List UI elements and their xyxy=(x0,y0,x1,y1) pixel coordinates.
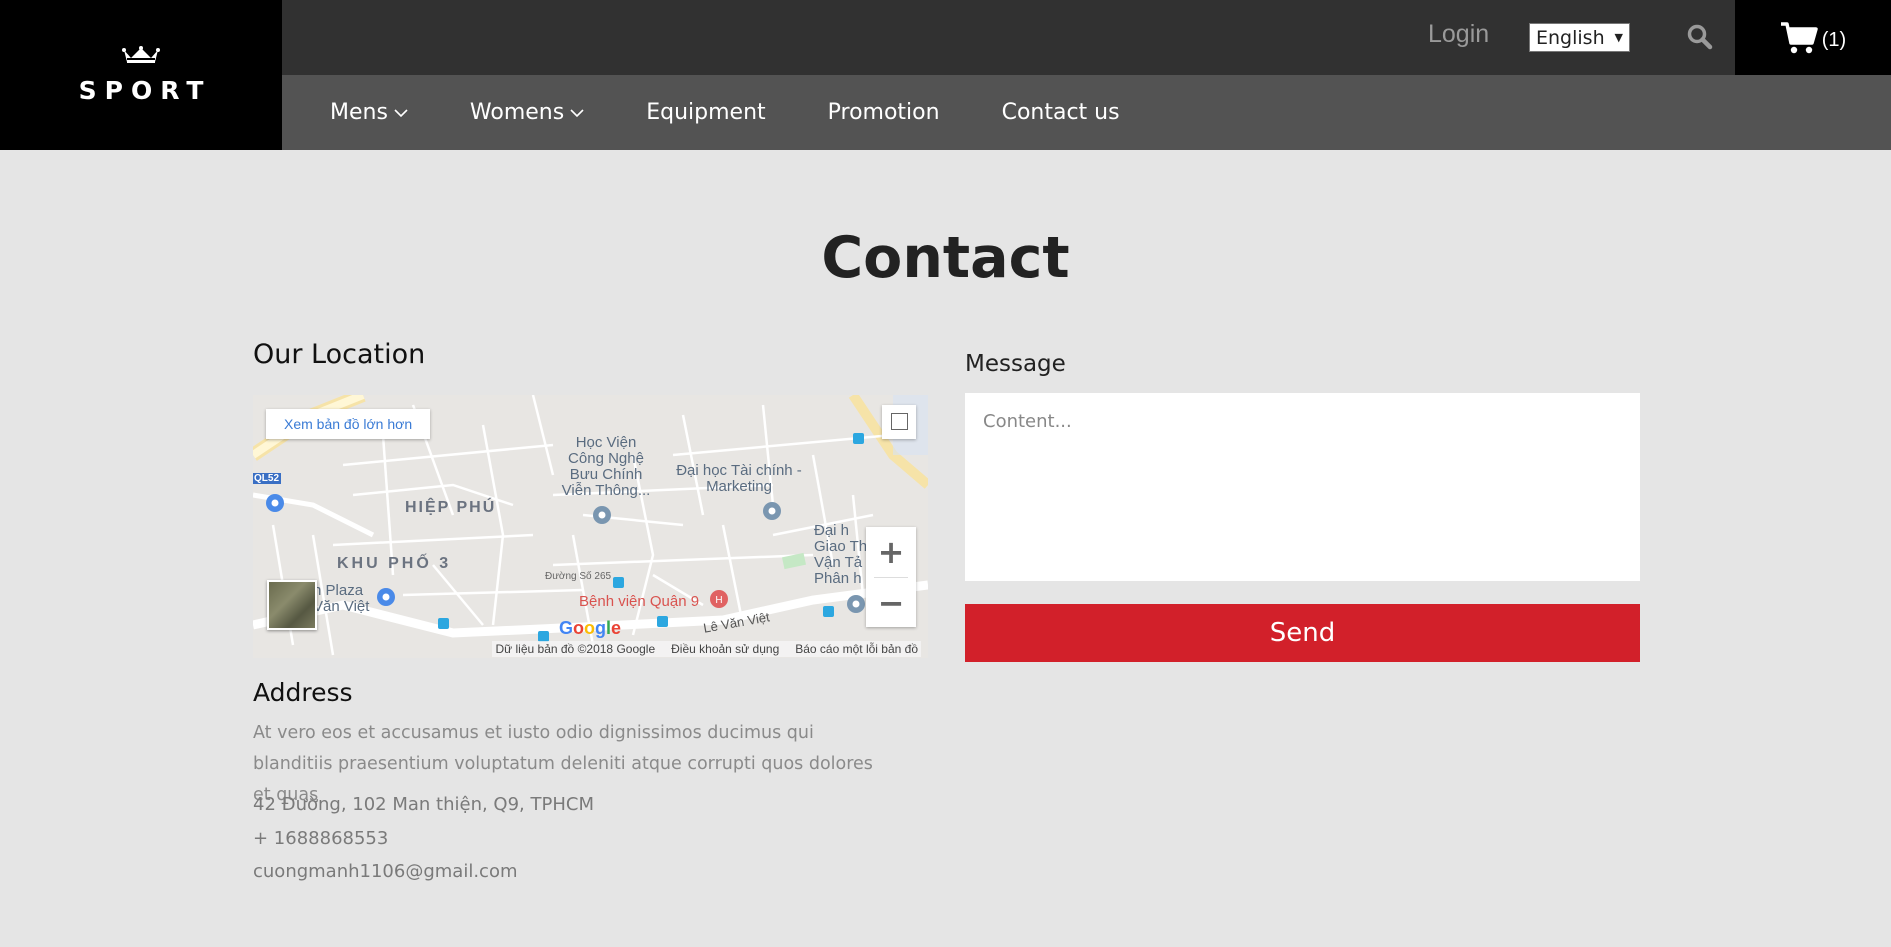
chevron-down-icon xyxy=(394,108,408,117)
nav-label: Mens xyxy=(330,100,388,125)
location-title: Our Location xyxy=(253,339,426,370)
send-button[interactable]: Send xyxy=(965,604,1640,662)
satellite-toggle[interactable] xyxy=(267,580,317,630)
location-map[interactable]: H QL52 HIỆP PHÚ KHU PHỐ 3 Học Viện Công … xyxy=(253,395,928,658)
map-attribution: Dữ liệu bản đồ ©2018 Google xyxy=(495,642,656,656)
logo-text: SPORT xyxy=(78,75,212,105)
map-report-link[interactable]: Báo cáo một lỗi bản đồ xyxy=(795,642,918,656)
fullscreen-icon xyxy=(891,413,908,430)
nav-item-promotion[interactable]: Promotion xyxy=(828,100,940,125)
cart-count: (1) xyxy=(1821,29,1847,51)
cart-icon xyxy=(1780,21,1818,53)
search-icon[interactable] xyxy=(1687,24,1713,50)
fullscreen-button[interactable] xyxy=(882,405,916,439)
map-label-ql52: QL52 xyxy=(254,473,280,484)
nav-label: Equipment xyxy=(646,100,766,125)
top-bar xyxy=(282,0,1735,75)
message-title: Message xyxy=(965,351,1066,377)
map-label-dai-hoc-tai-chinh: Đại học Tài chính - Marketing xyxy=(676,462,802,495)
map-footer: Dữ liệu bản đồ ©2018 Google Điều khoản s… xyxy=(253,640,928,658)
nav-label: Contact us xyxy=(1001,100,1120,125)
message-textarea[interactable] xyxy=(965,393,1640,581)
view-larger-map-link[interactable]: Xem bản đồ lớn hơn xyxy=(266,409,431,439)
page-title: Contact xyxy=(821,225,1070,291)
phone-number: + 1688868553 xyxy=(253,828,389,849)
map-label-duong-265: Đường Số 265 xyxy=(545,571,612,582)
logo[interactable]: SPORT xyxy=(0,0,282,150)
map-label-hospital: Bệnh viện Quận 9 xyxy=(579,593,700,610)
zoom-in-button[interactable]: + xyxy=(866,527,916,577)
zoom-controls: + − xyxy=(866,527,916,627)
chevron-down-icon xyxy=(570,108,584,117)
email-address: cuongmanh1106@gmail.com xyxy=(253,861,518,882)
map-label-khu-pho: KHU PHỐ 3 xyxy=(337,555,452,572)
crown-icon xyxy=(122,45,160,63)
map-label-dai-hoc-gtvt: Đại h Giao Th Vận Tả Phân h xyxy=(814,523,868,587)
main-nav: Mens Womens Equipment Promotion Contact … xyxy=(282,75,1891,150)
address-title: Address xyxy=(253,678,353,707)
nav-label: Womens xyxy=(469,100,565,125)
nav-label: Promotion xyxy=(827,100,940,125)
dropdown-arrow-icon: ▼ xyxy=(1614,31,1623,44)
google-logo: Google xyxy=(559,618,622,638)
nav-item-mens[interactable]: Mens xyxy=(330,100,408,125)
login-link[interactable]: Login xyxy=(1428,20,1489,49)
language-select[interactable]: English ▼ xyxy=(1529,23,1630,52)
language-selected-value: English xyxy=(1536,26,1605,49)
map-label-plaza: n Plaza Văn Việt xyxy=(313,582,370,615)
address-line: 42 Đường, 102 Man thiện, Q9, TPHCM xyxy=(253,794,594,815)
map-label-hoc-vien: Học Viện Công Nghệ Bưu Chính Viễn Thông.… xyxy=(561,434,651,499)
nav-item-equipment[interactable]: Equipment xyxy=(646,100,765,125)
zoom-out-button[interactable]: − xyxy=(866,578,916,628)
cart-button[interactable]: (1) xyxy=(1735,0,1891,75)
svg-text:H: H xyxy=(715,595,722,606)
nav-item-womens[interactable]: Womens xyxy=(470,100,584,125)
nav-item-contact[interactable]: Contact us xyxy=(1002,100,1120,125)
map-label-hiep-phu: HIỆP PHÚ xyxy=(405,499,497,516)
map-terms-link[interactable]: Điều khoản sử dụng xyxy=(671,642,779,656)
